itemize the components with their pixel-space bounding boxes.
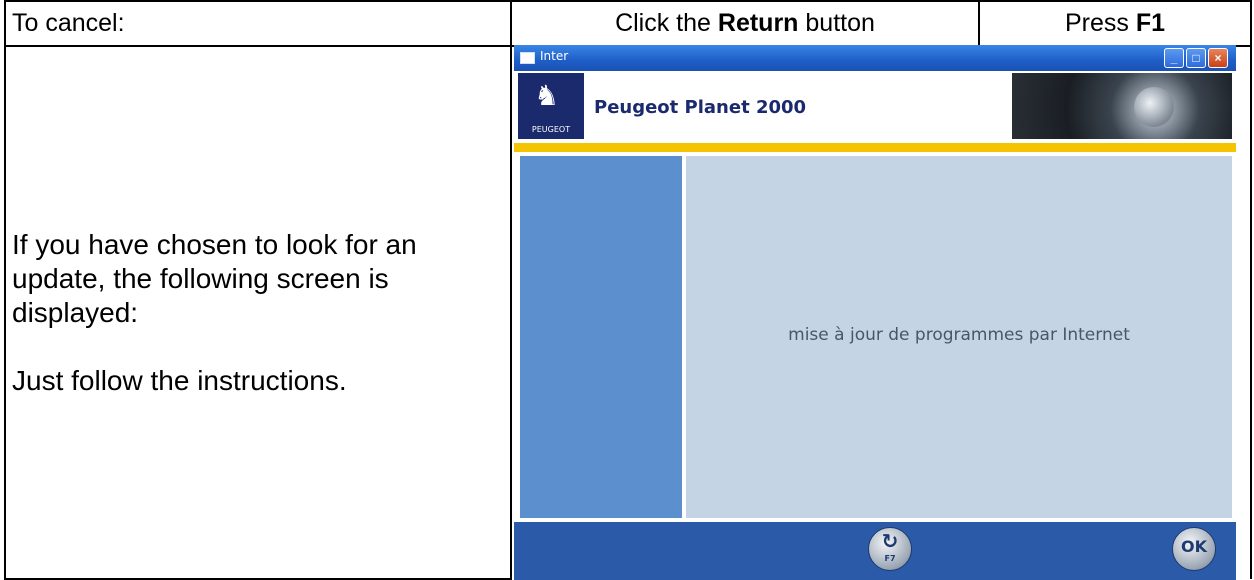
app-banner: ♞ PEUGEOT Peugeot Planet 2000 (514, 71, 1236, 143)
app-title: Peugeot Planet 2000 (594, 97, 807, 118)
header-row: To cancel: Click the Return button Press… (4, 0, 1252, 47)
ok-button[interactable]: OK (1172, 527, 1216, 571)
header-cell-key: Press F1 (978, 0, 1252, 47)
instruction-line-3: displayed: (12, 296, 139, 328)
planet-graphic (1012, 73, 1232, 139)
return-bold: Return (717, 9, 799, 37)
return-key-label: F7 (884, 554, 896, 563)
peugeot-lion-icon: ♞ (534, 79, 560, 112)
close-button[interactable]: × (1208, 48, 1228, 68)
return-button[interactable]: ↻ F7 (868, 527, 912, 571)
instruction-line-2: update, the following screen is (12, 262, 389, 294)
press-prefix: Press (1064, 9, 1136, 37)
cancel-label: To cancel: (12, 9, 125, 37)
update-window: Inter _ □ × ♞ PEUGEOT Peugeot Planet 200… (514, 45, 1236, 580)
update-message: mise à jour de programmes par Internet (788, 325, 1130, 345)
window-titlebar[interactable]: Inter _ □ × (514, 45, 1236, 71)
logo-brand-text: PEUGEOT (531, 125, 571, 134)
instruction-line-1: If you have chosen to look for an (12, 228, 417, 260)
instructions-cell: If you have chosen to look for an update… (4, 45, 512, 580)
main-panel: mise à jour de programmes par Internet (686, 156, 1232, 518)
window-title: Inter (540, 49, 569, 63)
header-cell-action: To cancel: (4, 0, 512, 47)
window-footer: ↻ F7 OK (514, 522, 1236, 580)
click-prefix: Click the (615, 9, 718, 37)
click-suffix: button (798, 9, 875, 37)
accent-strip (514, 143, 1236, 152)
window-content: mise à jour de programmes par Internet (514, 152, 1236, 522)
f1-bold: F1 (1135, 9, 1166, 37)
instruction-follow: Just follow the instructions. (12, 364, 347, 396)
window-icon (520, 52, 535, 64)
peugeot-logo: ♞ PEUGEOT (518, 73, 584, 139)
planet-orb-icon (1134, 87, 1174, 127)
ok-icon: OK (1181, 537, 1207, 556)
side-panel (520, 156, 682, 518)
maximize-button[interactable]: □ (1186, 48, 1206, 68)
header-cell-click: Click the Return button (510, 0, 980, 47)
minimize-button[interactable]: _ (1164, 48, 1184, 68)
return-arrow-icon: ↻ (881, 529, 899, 553)
